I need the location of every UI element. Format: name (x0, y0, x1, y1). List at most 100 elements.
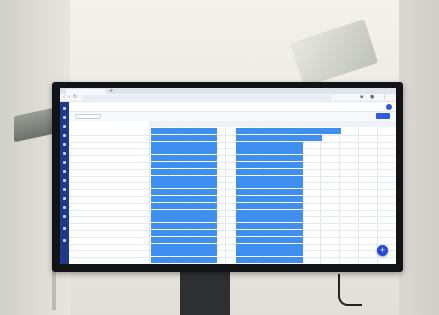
booking-block[interactable] (236, 182, 303, 189)
profile-icon[interactable]: ● (370, 94, 374, 101)
row-divider (69, 155, 396, 157)
app-sidebar (60, 102, 69, 264)
add-fab-button[interactable]: + (377, 245, 388, 256)
row-divider (69, 250, 396, 252)
booking-block[interactable] (150, 189, 218, 196)
booking-block[interactable] (150, 175, 218, 182)
row-divider (69, 257, 396, 259)
booking-block[interactable] (150, 209, 218, 216)
booking-block[interactable] (236, 209, 303, 216)
booking-block[interactable] (150, 134, 218, 141)
sidebar-item-icon[interactable] (63, 143, 66, 146)
column-header[interactable] (225, 121, 245, 127)
column-header[interactable] (358, 121, 378, 127)
sidebar-item-icon[interactable] (63, 197, 66, 200)
booking-block[interactable] (236, 128, 341, 134)
booking-block[interactable] (150, 230, 218, 236)
sidebar-item-icon[interactable] (63, 116, 66, 119)
sidebar-home-icon[interactable] (63, 107, 66, 110)
column-header[interactable] (339, 121, 359, 127)
booking-block[interactable] (150, 223, 218, 230)
row-divider (69, 134, 396, 136)
row-divider (69, 209, 396, 211)
booking-block[interactable] (236, 189, 303, 196)
column-header[interactable] (206, 121, 226, 127)
booking-block[interactable] (236, 250, 303, 257)
extension-icon[interactable]: ▪ (360, 94, 363, 101)
booking-block[interactable] (150, 236, 218, 243)
primary-action-button[interactable] (376, 113, 390, 119)
sidebar-item-icon[interactable] (63, 188, 66, 191)
row-divider (69, 202, 396, 204)
row-divider (69, 223, 396, 225)
sidebar-item-icon[interactable] (63, 215, 66, 218)
booking-block[interactable] (236, 162, 303, 168)
ceiling-light-fixture (289, 19, 379, 87)
booking-block[interactable] (150, 128, 218, 134)
booking-block[interactable] (150, 162, 218, 168)
browser-menu-icon[interactable]: ⋮ (382, 94, 387, 101)
column-header[interactable] (187, 121, 207, 127)
booking-block[interactable] (236, 141, 303, 148)
column-header[interactable] (149, 121, 169, 127)
booking-block[interactable] (150, 155, 218, 162)
sidebar-item-icon[interactable] (63, 170, 66, 173)
app-header (69, 102, 396, 112)
wall-right (399, 0, 439, 315)
booking-block[interactable] (150, 257, 218, 264)
booking-block[interactable] (150, 168, 218, 175)
row-divider (69, 175, 396, 177)
booking-block[interactable] (150, 202, 218, 209)
column-header[interactable] (263, 121, 283, 127)
booking-block[interactable] (236, 230, 303, 236)
booking-block[interactable] (150, 250, 218, 257)
booking-block[interactable] (236, 202, 303, 209)
booking-block[interactable] (150, 196, 218, 202)
row-divider (69, 236, 396, 238)
booking-block[interactable] (236, 155, 303, 162)
booking-block[interactable] (150, 141, 218, 148)
booking-block[interactable] (236, 257, 303, 264)
grid-toolbar (69, 112, 396, 121)
schedule-grid (69, 121, 396, 264)
booking-block[interactable] (236, 148, 303, 155)
sidebar-settings-icon[interactable] (63, 239, 66, 242)
avatar[interactable] (386, 103, 392, 110)
row-divider (69, 243, 396, 245)
filter-dropdown[interactable] (75, 114, 101, 119)
column-header[interactable] (301, 121, 321, 127)
row-divider (69, 189, 396, 191)
column-header[interactable] (168, 121, 188, 127)
url-field[interactable] (82, 95, 332, 100)
booking-block[interactable] (236, 223, 303, 230)
column-header[interactable] (320, 121, 340, 127)
sidebar-item-icon[interactable] (63, 152, 66, 155)
reload-icon[interactable]: ↻ (73, 94, 77, 101)
column-header[interactable] (244, 121, 264, 127)
back-icon[interactable]: ‹ (63, 94, 65, 101)
row-divider (69, 196, 396, 197)
booking-block[interactable] (236, 236, 303, 243)
booking-block[interactable] (236, 243, 303, 250)
booking-block[interactable] (236, 216, 303, 223)
booking-block[interactable] (236, 175, 303, 182)
booking-block[interactable] (236, 196, 303, 202)
row-divider (69, 141, 396, 143)
booking-block[interactable] (150, 216, 218, 223)
booking-block[interactable] (236, 168, 303, 175)
sidebar-item-icon[interactable] (63, 227, 66, 230)
sidebar-item-icon[interactable] (63, 206, 66, 209)
column-header[interactable] (377, 121, 396, 127)
booking-block[interactable] (150, 148, 218, 155)
sidebar-item-icon[interactable] (63, 134, 66, 137)
booking-block[interactable] (236, 134, 322, 141)
column-header[interactable] (282, 121, 302, 127)
booking-block[interactable] (150, 243, 218, 250)
booking-block[interactable] (150, 182, 218, 189)
forward-icon[interactable]: › (68, 94, 70, 101)
sidebar-item-icon[interactable] (63, 125, 66, 128)
sidebar-item-icon[interactable] (63, 179, 66, 182)
row-divider (69, 230, 396, 231)
sidebar-item-icon[interactable] (63, 161, 66, 164)
row-divider (69, 216, 396, 218)
